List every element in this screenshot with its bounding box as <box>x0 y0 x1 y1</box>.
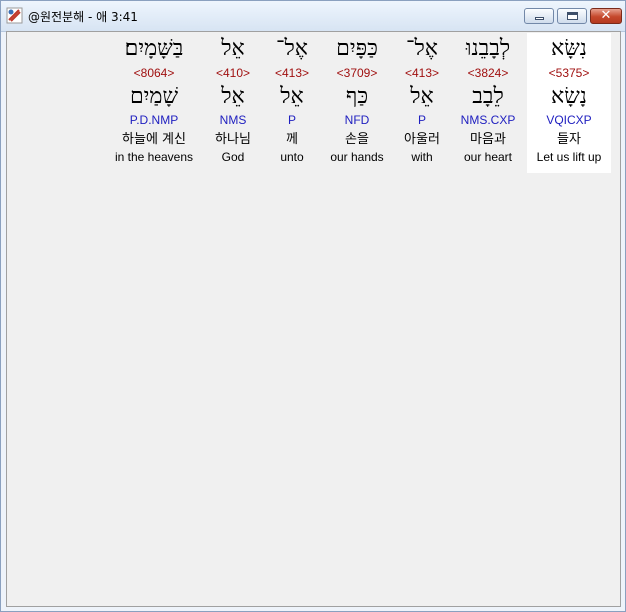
maximize-icon[interactable] <box>557 8 587 24</box>
korean-gloss: 아울러 <box>404 132 440 147</box>
korean-gloss: 하늘에 계신 <box>122 132 186 147</box>
korean-gloss: 께 <box>286 132 298 147</box>
english-gloss: in the heavens <box>114 150 194 164</box>
word-column[interactable]: אֵל <410> אֵל NMS 하나님 God <box>207 33 259 173</box>
morphology-code: P <box>287 113 296 127</box>
morphology-code: P.D.NMP <box>129 113 179 127</box>
word-column[interactable]: אֶל־ <413> אֵל P 아울러 with <box>397 33 447 173</box>
english-gloss: our heart <box>463 150 513 164</box>
hebrew-lexeme: לֵבָב <box>472 84 504 109</box>
strong-number: <3824> <box>467 66 509 80</box>
english-gloss: God <box>221 150 245 164</box>
hebrew-lexeme: אֵל <box>280 84 304 109</box>
hebrew-word: אֶל־ <box>276 36 308 61</box>
korean-gloss: 손을 <box>345 132 369 147</box>
close-glyph: ✕ <box>600 8 612 23</box>
word-column[interactable]: כַּפָּיִם <3709> כַּף NFD 손을 our hands <box>325 33 389 173</box>
word-column[interactable]: בַּשָּׁמָיִם׃ <8064> שָׁמַיִם P.D.NMP 하늘… <box>109 33 199 173</box>
hebrew-word: בַּשָּׁמָיִם׃ <box>124 36 184 61</box>
hebrew-lexeme: כַּף <box>345 84 369 109</box>
hebrew-word: אֵל <box>221 36 245 61</box>
word-column[interactable]: לְבָבֵנוּ <3824> לֵבָב NMS.CXP 마음과 our h… <box>455 33 521 173</box>
english-gloss: our hands <box>330 150 384 164</box>
strong-number: <410> <box>215 66 251 80</box>
strong-number: <8064> <box>133 66 175 80</box>
morphology-code: NFD <box>344 113 370 127</box>
hebrew-word: אֶל־ <box>406 36 438 61</box>
hebrew-lexeme: שָׁמַיִם <box>129 84 179 109</box>
english-gloss: unto <box>280 150 304 164</box>
app-window: @원전분해 - 애 3:41 ✕ בַּשָּׁמָיִם׃ <8064> שָ… <box>0 0 626 612</box>
english-gloss: with <box>411 150 433 164</box>
english-gloss: Let us lift up <box>536 150 602 164</box>
strong-number: <3709> <box>336 66 378 80</box>
strong-number: <413> <box>404 66 440 80</box>
hebrew-lexeme: נָשָׂא <box>551 84 587 109</box>
korean-gloss: 마음과 <box>470 132 506 147</box>
strong-number: <5375> <box>548 66 590 80</box>
hebrew-word: כַּפָּיִם <box>336 36 378 61</box>
morphology-code: NMS.CXP <box>460 113 516 127</box>
title-bar[interactable]: @원전분해 - 애 3:41 ✕ <box>1 1 625 32</box>
strong-number: <413> <box>274 66 310 80</box>
hebrew-lexeme: אֵל <box>410 84 434 109</box>
morphology-code: NMS <box>219 113 247 127</box>
korean-gloss: 하나님 <box>215 132 251 147</box>
morphology-code: VQICXP <box>546 113 592 127</box>
morphology-code: P <box>417 113 426 127</box>
minimize-icon[interactable] <box>524 8 554 24</box>
korean-gloss: 들자 <box>557 132 581 147</box>
window-title: @원전분해 - 애 3:41 <box>28 10 138 24</box>
interlinear-view: בַּשָּׁמָיִם׃ <8064> שָׁמַיִם P.D.NMP 하늘… <box>6 31 621 607</box>
hebrew-word: נִשָּׂא <box>551 36 587 61</box>
close-icon[interactable]: ✕ <box>590 8 622 24</box>
hebrew-lexeme: אֵל <box>221 84 245 109</box>
app-logo-icon[interactable] <box>6 7 23 24</box>
hebrew-word: לְבָבֵנוּ <box>465 36 511 61</box>
word-column[interactable]: אֶל־ <413> אֵל P 께 unto <box>267 33 317 173</box>
word-column-selected[interactable]: נִשָּׂא <5375> נָשָׂא VQICXP 들자 Let us l… <box>527 33 611 173</box>
